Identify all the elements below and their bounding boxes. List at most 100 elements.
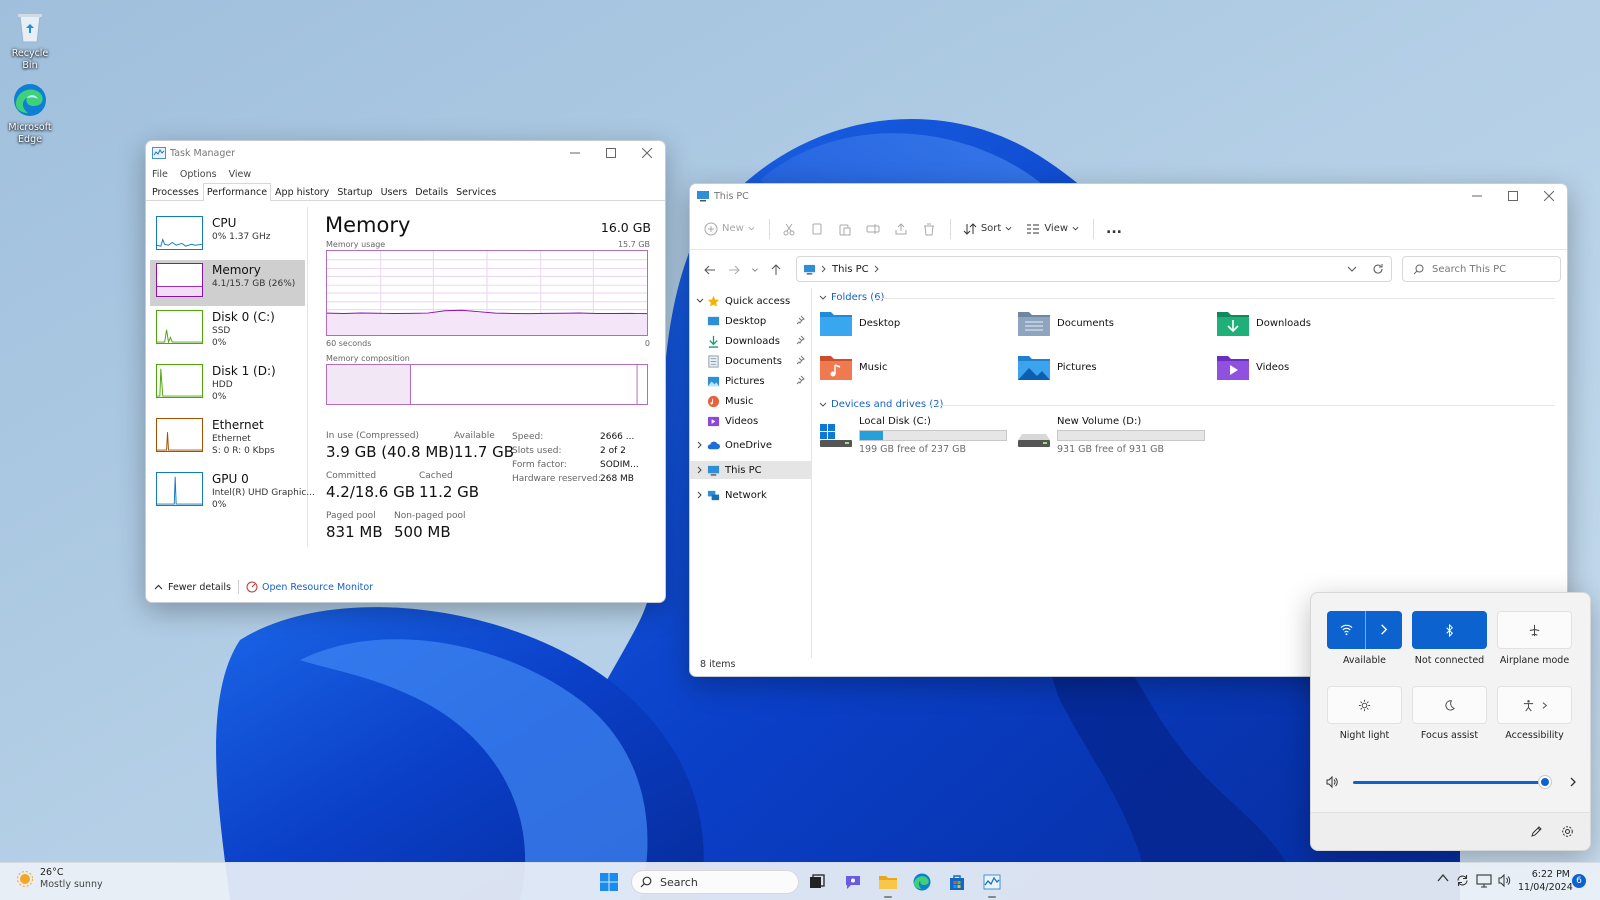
up-button[interactable] xyxy=(764,258,788,282)
task-manager-titlebar[interactable]: Task Manager xyxy=(146,141,665,165)
sort-button[interactable]: Sort xyxy=(963,222,1013,236)
address-dropdown-button[interactable] xyxy=(1339,266,1365,272)
taskbar-search[interactable]: Search xyxy=(631,870,799,894)
recent-locations-button[interactable] xyxy=(746,258,764,282)
minimize-button[interactable] xyxy=(1459,184,1495,208)
minimize-button[interactable] xyxy=(557,141,593,165)
menu-view[interactable]: View xyxy=(229,169,252,180)
nav-onedrive[interactable]: OneDrive xyxy=(690,436,811,454)
pencil-icon[interactable] xyxy=(1530,825,1543,838)
perf-item-gpu[interactable]: GPU 0 Intel(R) UHD Graphic... 0% xyxy=(150,469,315,515)
task-manager-icon xyxy=(152,147,166,159)
nav-videos[interactable]: Videos xyxy=(690,412,811,430)
tab-services[interactable]: Services xyxy=(452,183,500,200)
nav-this-pc[interactable]: This PC xyxy=(690,461,811,479)
focus-assist-toggle[interactable] xyxy=(1412,686,1487,724)
copy-button[interactable] xyxy=(810,222,824,236)
task-view-button[interactable] xyxy=(805,870,829,894)
tab-details[interactable]: Details xyxy=(411,183,452,200)
accessibility-toggle[interactable] xyxy=(1497,686,1572,724)
maximize-button[interactable] xyxy=(593,141,629,165)
speaker-icon[interactable] xyxy=(1325,775,1339,789)
edge-taskbar-button[interactable] xyxy=(910,870,934,894)
open-resource-monitor-link[interactable]: Open Resource Monitor xyxy=(246,581,373,593)
system-clock[interactable]: 6:22 PM 11/04/2024 xyxy=(1518,868,1573,894)
wifi-toggle[interactable] xyxy=(1327,611,1402,649)
nav-quick-access[interactable]: Quick access xyxy=(690,292,811,310)
volume-slider-track[interactable] xyxy=(1353,781,1545,784)
rename-button[interactable] xyxy=(866,222,880,236)
airplane-mode-toggle[interactable] xyxy=(1497,611,1572,649)
folder-downloads[interactable]: Downloads xyxy=(1216,308,1311,338)
nav-desktop[interactable]: Desktop xyxy=(690,312,811,330)
address-bar[interactable]: This PC xyxy=(796,256,1392,282)
tab-users[interactable]: Users xyxy=(377,183,412,200)
nav-network[interactable]: Network xyxy=(690,486,811,504)
folder-desktop[interactable]: Desktop xyxy=(819,308,900,338)
chevron-right-icon[interactable] xyxy=(1540,699,1550,712)
forward-button[interactable] xyxy=(722,258,746,282)
folder-videos[interactable]: Videos xyxy=(1216,352,1289,382)
nav-music[interactable]: Music xyxy=(690,392,811,410)
cut-button[interactable] xyxy=(782,222,796,236)
maximize-button[interactable] xyxy=(1495,184,1531,208)
recycle-bin-desktop-icon[interactable]: Recycle Bin xyxy=(4,6,56,72)
sync-tray-icon[interactable] xyxy=(1455,873,1470,888)
teams-chat-button[interactable] xyxy=(841,870,865,894)
search-box[interactable]: Search This PC xyxy=(1402,256,1561,282)
fewer-details-button[interactable]: Fewer details xyxy=(154,582,231,593)
weather-widget[interactable]: 26°C Mostly sunny xyxy=(16,867,103,891)
file-explorer-taskbar-button[interactable] xyxy=(876,870,900,894)
night-light-toggle[interactable] xyxy=(1327,686,1402,724)
perf-item-cpu[interactable]: CPU 0% 1.37 GHz xyxy=(150,213,305,259)
menu-file[interactable]: File xyxy=(152,169,168,180)
task-manager-taskbar-button[interactable] xyxy=(980,870,1004,894)
show-hidden-icons-button[interactable] xyxy=(1437,873,1449,883)
start-button[interactable] xyxy=(597,870,621,894)
view-button[interactable]: View xyxy=(1026,222,1079,236)
bluetooth-toggle[interactable] xyxy=(1412,611,1487,649)
more-options-button[interactable]: ... xyxy=(1106,221,1122,237)
chevron-right-icon[interactable] xyxy=(1568,776,1578,788)
paste-button[interactable] xyxy=(838,222,852,236)
perf-item-ethernet[interactable]: Ethernet Ethernet S: 0 R: 0 Kbps xyxy=(150,415,305,461)
back-button[interactable] xyxy=(698,258,722,282)
volume-tray-icon[interactable] xyxy=(1497,873,1512,888)
drive-d[interactable]: New Volume (D:) 931 GB free of 931 GB xyxy=(1017,416,1217,456)
folder-documents[interactable]: Documents xyxy=(1017,308,1114,338)
memory-composition-bar xyxy=(326,364,648,405)
delete-button[interactable] xyxy=(922,222,936,236)
perf-item-name: Disk 1 (D:) xyxy=(212,364,276,378)
share-button[interactable] xyxy=(894,222,908,236)
tab-startup[interactable]: Startup xyxy=(333,183,376,200)
network-tray-icon[interactable] xyxy=(1476,873,1492,888)
new-button[interactable]: New xyxy=(704,222,755,236)
tab-processes[interactable]: Processes xyxy=(148,183,203,200)
perf-item-memory[interactable]: Memory 4.1/15.7 GB (26%) xyxy=(150,260,305,306)
edge-desktop-icon[interactable]: Microsoft Edge xyxy=(4,80,56,146)
folder-pictures[interactable]: Pictures xyxy=(1017,352,1097,382)
notification-badge[interactable]: 6 xyxy=(1572,874,1586,888)
file-explorer-titlebar[interactable]: This PC xyxy=(690,184,1567,208)
drive-c[interactable]: Local Disk (C:) 199 GB free of 237 GB xyxy=(819,416,1019,456)
nav-documents[interactable]: Documents xyxy=(690,352,811,370)
store-taskbar-button[interactable] xyxy=(945,870,969,894)
gear-icon[interactable] xyxy=(1561,825,1574,838)
volume-slider-thumb[interactable] xyxy=(1539,776,1551,788)
folder-music[interactable]: Music xyxy=(819,352,887,382)
perf-item-disk-0[interactable]: Disk 0 (C:) SSD 0% xyxy=(150,307,305,353)
chevron-right-icon[interactable] xyxy=(1377,623,1390,636)
breadcrumb-this-pc[interactable]: This PC xyxy=(832,264,869,275)
tab-app-history[interactable]: App history xyxy=(271,183,333,200)
running-indicator xyxy=(988,896,996,898)
refresh-button[interactable] xyxy=(1365,263,1391,275)
drives-group-header[interactable]: Devices and drives (2) xyxy=(819,399,943,410)
footer-divider xyxy=(237,580,239,594)
tab-performance[interactable]: Performance xyxy=(202,183,272,201)
menu-options[interactable]: Options xyxy=(180,169,217,180)
close-button[interactable] xyxy=(629,141,665,165)
nav-pictures[interactable]: Pictures xyxy=(690,372,811,390)
nav-downloads[interactable]: Downloads xyxy=(690,332,811,350)
close-button[interactable] xyxy=(1531,184,1567,208)
perf-item-disk-1[interactable]: Disk 1 (D:) HDD 0% xyxy=(150,361,305,407)
